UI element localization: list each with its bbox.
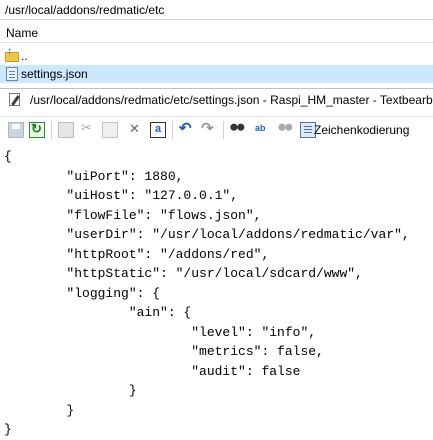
file-browser: /usr/local/addons/redmatic/etc Name ↑ ..…: [0, 0, 433, 90]
find-next-icon[interactable]: [278, 122, 294, 138]
undo-icon[interactable]: [179, 119, 195, 138]
json-file-icon: [5, 67, 19, 81]
file-name: settings.json: [21, 67, 88, 81]
code-line: "uiHost": "127.0.0.1",: [4, 188, 239, 203]
text-editor-icon: [9, 93, 23, 107]
folder-up-icon: ↑: [5, 47, 19, 63]
delete-icon[interactable]: [127, 121, 143, 138]
find-icon[interactable]: [230, 122, 246, 138]
code-line: "userDir": "/usr/local/addons/redmatic/v…: [4, 227, 410, 242]
toolbar-separator: [172, 121, 173, 139]
code-line: "httpRoot": "/addons/red",: [4, 246, 270, 262]
file-row-parent[interactable]: ↑ ..: [0, 47, 433, 65]
paste-icon[interactable]: [102, 122, 118, 138]
replace-icon[interactable]: [254, 122, 270, 138]
cut-icon[interactable]: [80, 120, 96, 138]
code-line: "metrics": false,: [4, 344, 324, 359]
toolbar-separator: [223, 121, 224, 139]
editor-text-area[interactable]: { "uiPort": 1880, "uiHost": "127.0.0.1",…: [0, 143, 433, 437]
code-line: "audit": false: [4, 363, 301, 379]
editor-toolbar: Zeichenkodierung: [0, 116, 433, 144]
code-line: {: [4, 149, 12, 164]
toolbar-separator: [51, 121, 52, 139]
editor-title: /usr/local/addons/redmatic/etc/settings.…: [30, 93, 433, 107]
editor-titlebar[interactable]: /usr/local/addons/redmatic/etc/settings.…: [0, 89, 433, 111]
code-line: "logging": {: [4, 285, 161, 301]
code-line: "level": "info",: [4, 324, 317, 340]
code-line: }: [4, 422, 12, 437]
column-header-name[interactable]: Name: [0, 23, 433, 43]
code-line: "uiPort": 1880,: [4, 168, 184, 184]
text-editor-window: /usr/local/addons/redmatic/etc/settings.…: [0, 88, 433, 437]
code-content: { "uiPort": 1880, "uiHost": "127.0.0.1",…: [4, 147, 410, 440]
code-line: "flowFile": "flows.json",: [4, 207, 262, 223]
code-line: "ain": {: [4, 305, 192, 320]
path-bar[interactable]: /usr/local/addons/redmatic/etc: [0, 0, 433, 20]
reload-icon[interactable]: [29, 121, 45, 138]
encoding-button[interactable]: Zeichenkodierung: [314, 117, 409, 143]
redo-icon[interactable]: [201, 119, 217, 138]
code-line: "httpStatic": "/usr/local/sdcard/www",: [4, 266, 363, 281]
file-name: ..: [21, 49, 28, 63]
save-icon[interactable]: [8, 122, 24, 138]
file-row-settings-json[interactable]: settings.json: [0, 65, 433, 83]
code-line: }: [4, 383, 137, 398]
code-line: }: [4, 402, 75, 418]
copy-icon[interactable]: [58, 122, 74, 138]
select-all-icon[interactable]: [150, 122, 166, 138]
